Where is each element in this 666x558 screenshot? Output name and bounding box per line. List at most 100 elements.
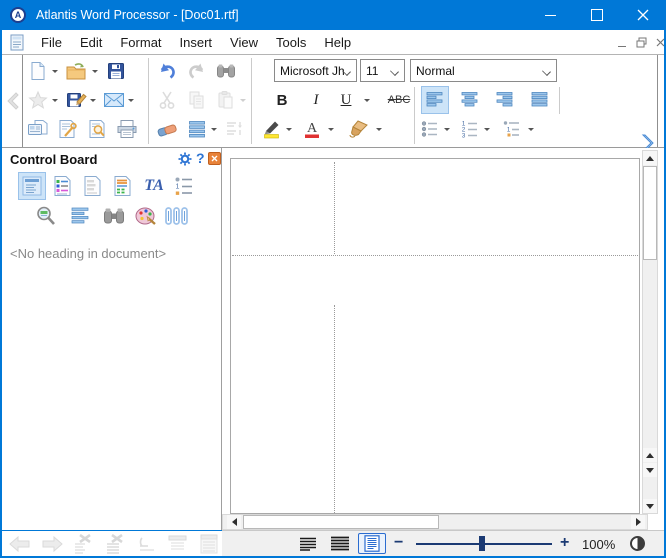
- menu-file[interactable]: File: [32, 35, 71, 50]
- multilevel-list-dropdown[interactable]: [528, 128, 534, 134]
- properties-button[interactable]: [26, 116, 50, 142]
- sort-button[interactable]: [223, 116, 247, 142]
- undo-button[interactable]: [155, 58, 179, 84]
- help-icon[interactable]: ?: [196, 150, 205, 166]
- align-center-button[interactable]: [456, 86, 484, 114]
- find-button[interactable]: [214, 58, 238, 84]
- format-painter-dropdown[interactable]: [376, 128, 382, 134]
- delete-all-headings-button[interactable]: [104, 534, 128, 554]
- highlight-button[interactable]: [260, 116, 284, 142]
- view-web-layout-button[interactable]: [328, 533, 352, 554]
- menu-edit[interactable]: Edit: [71, 35, 111, 50]
- new-document-dropdown[interactable]: [52, 70, 58, 76]
- align-left-button[interactable]: [421, 86, 449, 114]
- contrast-toggle[interactable]: [630, 536, 645, 551]
- menu-insert[interactable]: Insert: [171, 35, 222, 50]
- delete-heading-button[interactable]: [72, 534, 96, 554]
- copy-button[interactable]: [185, 87, 209, 113]
- multilevel-list-button[interactable]: 1: [500, 116, 524, 142]
- line-spacing-button[interactable]: [185, 116, 209, 142]
- font-name-combobox[interactable]: Microsoft Jh: [274, 59, 357, 82]
- tab-zoom[interactable]: [32, 202, 60, 230]
- format-painter-button[interactable]: [346, 116, 370, 142]
- minimize-button[interactable]: [527, 0, 573, 30]
- favorites-dropdown[interactable]: [52, 99, 58, 105]
- tab-paragraphs[interactable]: [66, 202, 94, 230]
- horizontal-scroll-thumb[interactable]: [243, 515, 439, 529]
- settings-gear-icon[interactable]: [178, 152, 192, 166]
- page-setup-button[interactable]: [55, 116, 79, 142]
- tab-attachments[interactable]: [162, 202, 190, 230]
- scroll-right-button[interactable]: [631, 515, 645, 529]
- tab-sections[interactable]: [108, 172, 136, 200]
- zoom-slider-thumb[interactable]: [479, 536, 485, 551]
- zoom-in-button[interactable]: +: [560, 534, 569, 552]
- tab-styles[interactable]: [48, 172, 76, 200]
- bullet-list-dropdown[interactable]: [444, 128, 450, 134]
- vertical-scroll-thumb[interactable]: [643, 166, 657, 260]
- print-button[interactable]: [115, 116, 139, 142]
- underline-dropdown[interactable]: [364, 99, 370, 105]
- menu-help[interactable]: Help: [315, 35, 360, 50]
- vertical-scrollbar[interactable]: [642, 150, 658, 514]
- document-page[interactable]: [230, 158, 640, 514]
- bold-button[interactable]: B: [270, 87, 294, 113]
- save-as-dropdown[interactable]: [90, 99, 96, 105]
- bullet-list-button[interactable]: [418, 116, 442, 142]
- view-draft-button[interactable]: [296, 533, 320, 554]
- tab-numbering[interactable]: 1: [170, 172, 198, 200]
- mdi-restore-button[interactable]: [633, 35, 649, 50]
- favorites-button[interactable]: [26, 87, 50, 113]
- tab-headings[interactable]: [18, 172, 46, 200]
- scroll-left-button[interactable]: [227, 515, 241, 529]
- zoom-out-button[interactable]: −: [394, 534, 403, 552]
- mdi-minimize-button[interactable]: [614, 35, 630, 50]
- cut-button[interactable]: [155, 87, 179, 113]
- control-board-close-button[interactable]: [208, 152, 221, 165]
- menu-tools[interactable]: Tools: [267, 35, 315, 50]
- paste-dropdown[interactable]: [240, 99, 246, 105]
- open-document-dropdown[interactable]: [92, 70, 98, 76]
- previous-page-button[interactable]: [643, 448, 657, 462]
- italic-button[interactable]: I: [304, 87, 328, 113]
- new-document-button[interactable]: [26, 58, 50, 84]
- forward-button[interactable]: [40, 535, 64, 553]
- numbered-list-button[interactable]: 1 2 3: [458, 116, 482, 142]
- tab-find[interactable]: [100, 202, 128, 230]
- view-print-layout-button[interactable]: [358, 533, 386, 554]
- paste-button[interactable]: [214, 87, 238, 113]
- open-document-button[interactable]: [64, 58, 88, 84]
- email-button[interactable]: [102, 87, 126, 113]
- justify-button[interactable]: [526, 86, 554, 114]
- print-preview-button[interactable]: [85, 116, 109, 142]
- tab-colors[interactable]: [132, 202, 160, 230]
- menu-format[interactable]: Format: [111, 35, 170, 50]
- style-combobox[interactable]: Normal: [410, 59, 557, 82]
- next-page-button[interactable]: [643, 463, 657, 477]
- font-color-dropdown[interactable]: [328, 128, 334, 134]
- maximize-button[interactable]: [574, 0, 620, 30]
- scroll-down-button[interactable]: [643, 499, 657, 513]
- horizontal-scrollbar[interactable]: [222, 514, 648, 530]
- scroll-up-button[interactable]: [643, 151, 657, 165]
- font-size-combobox[interactable]: 11: [360, 59, 405, 82]
- tab-index-entries[interactable]: [78, 172, 106, 200]
- strikethrough-button[interactable]: ABC: [382, 87, 416, 113]
- toolbar-scroll-left[interactable]: [2, 55, 23, 147]
- eraser-button[interactable]: [155, 116, 179, 142]
- demote-button[interactable]: [136, 534, 158, 554]
- save-button[interactable]: [104, 58, 128, 84]
- numbered-list-dropdown[interactable]: [484, 128, 490, 134]
- collapse-button[interactable]: [166, 534, 190, 554]
- close-button[interactable]: [620, 0, 666, 30]
- underline-button[interactable]: U: [334, 87, 358, 113]
- redo-button[interactable]: [185, 58, 209, 84]
- line-spacing-dropdown[interactable]: [211, 128, 217, 134]
- align-right-button[interactable]: [491, 86, 519, 114]
- save-as-button[interactable]: [64, 87, 88, 113]
- tab-fonts[interactable]: TA: [140, 172, 168, 200]
- back-button[interactable]: [8, 535, 32, 553]
- expand-all-button[interactable]: [198, 533, 220, 555]
- email-dropdown[interactable]: [128, 99, 134, 105]
- highlight-dropdown[interactable]: [286, 128, 292, 134]
